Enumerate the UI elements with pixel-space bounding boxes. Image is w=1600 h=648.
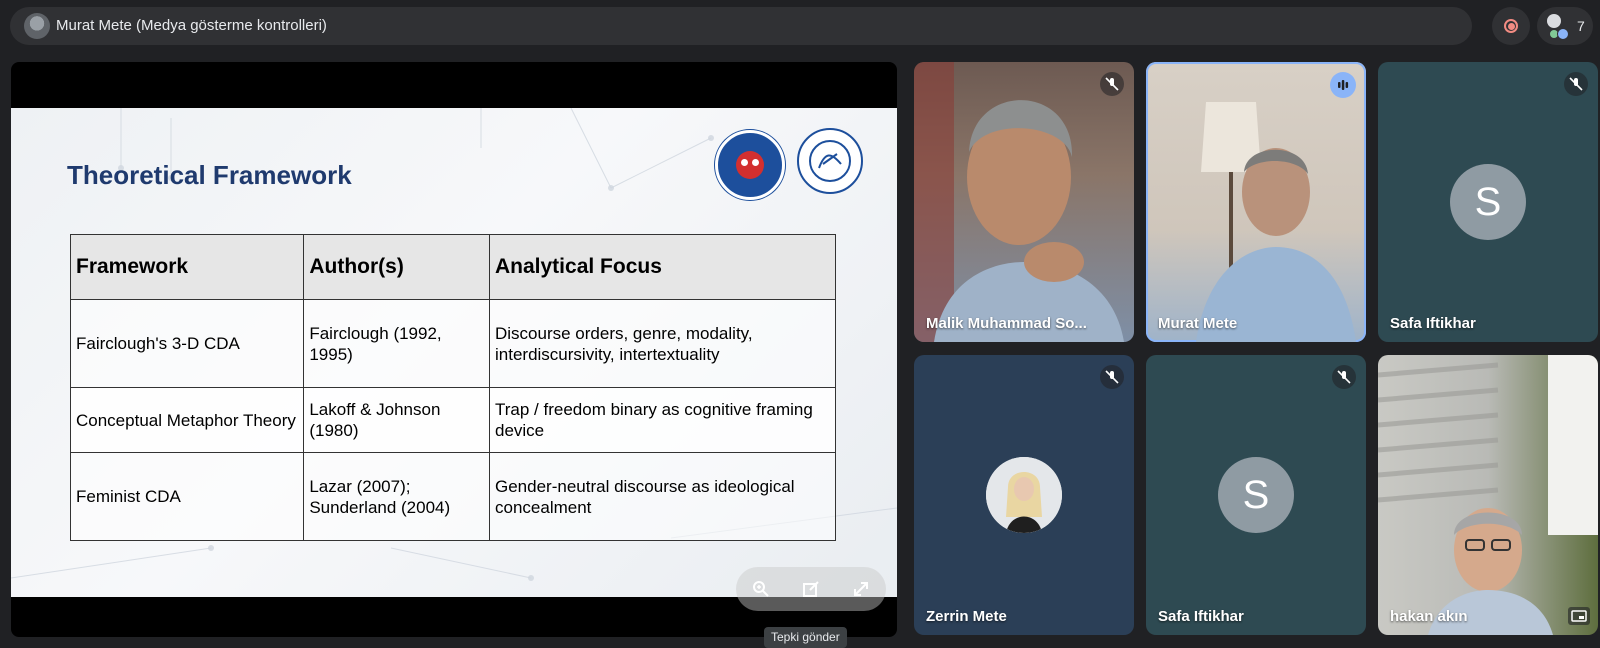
zoom-in-icon[interactable] <box>743 571 779 607</box>
slide-title: Theoretical Framework <box>67 160 352 190</box>
table-row: Conceptual Metaphor Theory Lakoff & John… <box>69 387 836 453</box>
participant-tile[interactable]: S Safa Iftikhar <box>1378 62 1598 342</box>
table-row: Fairclough's 3-D CDA Fairclough (1992, 1… <box>69 299 836 388</box>
table-cell: Trap / freedom binary as cognitive frami… <box>489 387 836 453</box>
participant-name: Zerrin Mete <box>926 608 1007 625</box>
participant-tile[interactable]: Zerrin Mete <box>914 355 1134 635</box>
avatar <box>986 457 1062 533</box>
mic-off-icon <box>1100 365 1124 389</box>
participant-video <box>914 62 1124 342</box>
university-logo <box>797 128 863 194</box>
presentation-slide: Theoretical Framework Framework Author(s… <box>11 108 897 597</box>
fullscreen-icon[interactable] <box>843 571 879 607</box>
record-icon <box>1504 19 1518 33</box>
audio-bars-icon <box>1330 72 1356 98</box>
table-header: Framework <box>69 234 305 300</box>
table-cell: Gender-neutral discourse as ideological … <box>489 452 836 541</box>
participant-name: Safa Iftikhar <box>1158 608 1244 625</box>
participant-tile-active-speaker[interactable]: Murat Mete <box>1146 62 1366 342</box>
presenter-title: Murat Mete (Medya gösterme kontrolleri) <box>56 17 327 34</box>
mic-off-icon <box>1564 72 1588 96</box>
avatar: S <box>1450 164 1526 240</box>
shared-screen[interactable]: Theoretical Framework Framework Author(s… <box>11 62 897 637</box>
shared-screen-controls <box>736 567 886 611</box>
table-cell: Lakoff & Johnson (1980) <box>303 387 490 453</box>
participant-tile[interactable]: S Safa Iftikhar <box>1146 355 1366 635</box>
akademik-logo <box>715 130 785 200</box>
table-cell: Feminist CDA <box>69 452 305 541</box>
table-cell: Discourse orders, genre, modality, inter… <box>489 299 836 388</box>
picture-in-picture-icon[interactable] <box>1568 607 1590 625</box>
participants-button[interactable]: 7 <box>1537 7 1593 45</box>
table-cell: Fairclough (1992, 1995) <box>303 299 490 388</box>
presenter-avatar <box>24 13 50 39</box>
table-row: Feminist CDA Lazar (2007); Sunderland (2… <box>69 452 836 541</box>
mic-off-icon <box>1332 365 1356 389</box>
table-cell: Conceptual Metaphor Theory <box>69 387 305 453</box>
people-icon <box>1545 12 1571 40</box>
send-reaction-tooltip: Tepki gönder <box>764 627 847 648</box>
participant-name: Murat Mete <box>1158 315 1238 332</box>
participant-tile[interactable]: Malik Muhammad So... <box>914 62 1134 342</box>
participant-name: hakan akın <box>1390 608 1468 625</box>
participant-name: Safa Iftikhar <box>1390 315 1476 332</box>
table-cell: Fairclough's 3-D CDA <box>69 299 305 388</box>
table-cell: Lazar (2007); Sunderland (2004) <box>303 452 490 541</box>
mic-off-icon <box>1100 72 1124 96</box>
recording-indicator-button[interactable] <box>1492 7 1530 45</box>
table-header: Analytical Focus <box>489 234 836 300</box>
participant-count: 7 <box>1577 18 1585 34</box>
open-in-new-icon[interactable] <box>793 571 829 607</box>
presentation-bar[interactable]: Murat Mete (Medya gösterme kontrolleri) <box>10 7 1472 45</box>
participant-video <box>1196 102 1356 342</box>
participant-video <box>1378 355 1598 635</box>
participant-name: Malik Muhammad So... <box>926 315 1087 332</box>
framework-table: Framework Author(s) Analytical Focus Fai… <box>69 234 836 541</box>
avatar: S <box>1218 457 1294 533</box>
participant-tile[interactable]: hakan akın <box>1378 355 1598 635</box>
table-header: Author(s) <box>303 234 490 300</box>
